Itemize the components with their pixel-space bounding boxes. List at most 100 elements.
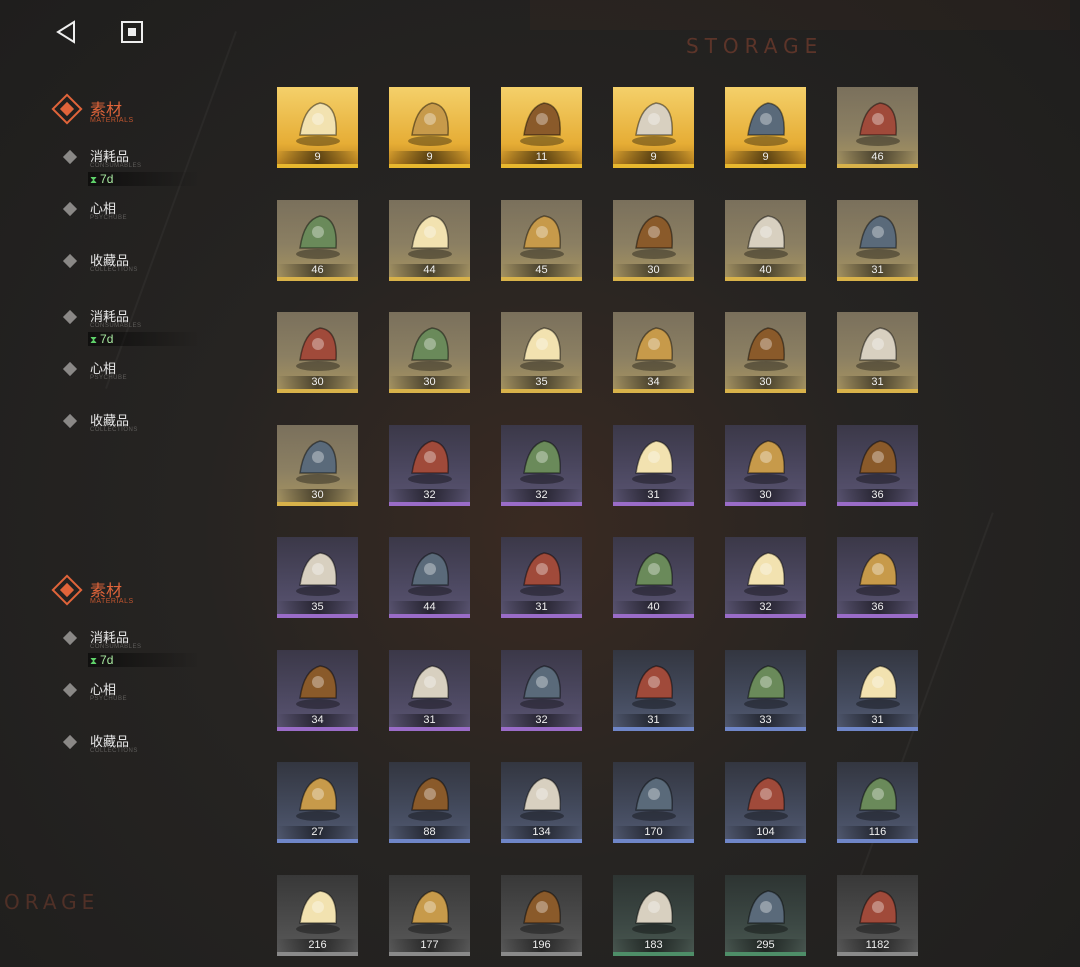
item-tile[interactable]: 36	[837, 424, 918, 506]
rarity-bar	[277, 501, 358, 506]
item-tile[interactable]: 170	[613, 762, 694, 843]
item-count: 46	[277, 263, 358, 277]
category-consumables[interactable]: 消耗品 CONSUMABLES ⧗ 7d	[52, 627, 222, 679]
item-tile[interactable]: 88	[389, 762, 470, 843]
item-tile[interactable]: 46	[277, 199, 358, 281]
item-count: 31	[389, 713, 470, 727]
rarity-bar	[613, 951, 694, 956]
category-psychube[interactable]: 心相 PSYCHUBE	[52, 358, 222, 410]
item-tile[interactable]: 104	[725, 762, 806, 843]
category-psychube[interactable]: 心相 PSYCHUBE	[52, 198, 222, 250]
back-button[interactable]	[52, 18, 80, 46]
item-tile[interactable]: 1182	[837, 874, 918, 956]
category-consumables[interactable]: 消耗品 CONSUMABLES ⧗ 7d	[52, 146, 222, 198]
item-tile[interactable]: 44	[389, 537, 470, 618]
item-count: 30	[277, 376, 358, 389]
item-tile[interactable]: 40	[725, 199, 806, 281]
item-tile[interactable]: 31	[613, 649, 694, 731]
item-count: 295	[725, 938, 806, 952]
item-tile[interactable]: 30	[389, 312, 470, 393]
item-count: 30	[277, 488, 358, 502]
item-tile[interactable]: 35	[501, 312, 582, 393]
item-tile[interactable]: 33	[725, 649, 806, 731]
item-tile[interactable]: 30	[277, 312, 358, 393]
item-tile[interactable]: 46	[837, 87, 918, 168]
item-tile[interactable]: 183	[613, 874, 694, 956]
item-count: 30	[389, 376, 470, 389]
item-tile[interactable]: 44	[389, 199, 470, 281]
item-tile[interactable]: 32	[501, 424, 582, 506]
item-count: 40	[725, 263, 806, 277]
item-tile[interactable]: 31	[837, 312, 918, 393]
item-tile[interactable]: 134	[501, 762, 582, 843]
item-count: 9	[613, 151, 694, 164]
category-materials[interactable]: 素材 MATERIALS	[51, 574, 222, 611]
item-tile[interactable]: 30	[725, 312, 806, 393]
rarity-bar	[613, 614, 694, 618]
witch-broom-icon	[735, 881, 796, 939]
item-tile[interactable]: 36	[837, 537, 918, 618]
open-book-blue-icon	[399, 206, 460, 264]
square-stop-icon	[121, 21, 143, 43]
rarity-bar	[725, 276, 806, 281]
scroll-green-icon	[735, 656, 796, 714]
item-tile[interactable]: 31	[501, 537, 582, 618]
category-collections[interactable]: 收藏品 COLLECTIONS	[52, 250, 222, 302]
item-tile[interactable]: 31	[613, 424, 694, 506]
ouija-board-icon	[735, 206, 796, 264]
category-collections[interactable]: 收藏品 COLLECTIONS	[52, 410, 222, 445]
expiry-timer: ⧗ 7d	[88, 653, 200, 667]
item-tile[interactable]: 30	[613, 199, 694, 281]
item-count: 34	[613, 376, 694, 389]
item-tile[interactable]: 40	[613, 537, 694, 618]
hourglass-icon: ⧗	[90, 335, 98, 346]
rarity-bar	[725, 951, 806, 956]
home-button[interactable]	[118, 18, 146, 46]
item-tile[interactable]: 31	[837, 649, 918, 731]
item-tile[interactable]: 11	[501, 87, 582, 168]
item-tile[interactable]: 216	[277, 874, 358, 956]
rarity-bar	[277, 951, 358, 956]
item-tile[interactable]: 9	[725, 87, 806, 168]
item-tile[interactable]: 30	[277, 424, 358, 506]
item-tile[interactable]: 27	[277, 762, 358, 843]
item-tile[interactable]: 32	[725, 537, 806, 618]
item-tile[interactable]: 35	[277, 537, 358, 618]
item-tile[interactable]: 31	[389, 649, 470, 731]
brass-instrument-icon	[511, 543, 572, 601]
item-tile[interactable]: 295	[725, 874, 806, 956]
rarity-bar	[725, 726, 806, 731]
scroll-red-icon	[623, 656, 684, 714]
carved-mask-icon	[511, 656, 572, 714]
item-count: 1182	[837, 938, 918, 952]
bronze-coin-icon	[399, 768, 460, 826]
item-tile[interactable]: 34	[613, 312, 694, 393]
scroll-bundle-red-icon	[623, 431, 684, 489]
brass-cog-icon	[623, 768, 684, 826]
item-tile[interactable]: 177	[389, 874, 470, 956]
category-consumables[interactable]: 消耗品 CONSUMABLES ⧗ 7d	[52, 310, 222, 358]
category-materials[interactable]: 素材 MATERIALS	[51, 93, 222, 130]
item-count: 31	[501, 601, 582, 614]
sidebar-group: 素材 MATERIALS 消耗品 CONSUMABLES ⧗ 7d 心相 PSYC…	[51, 93, 222, 302]
item-tile[interactable]: 116	[837, 762, 918, 843]
rarity-bar	[501, 276, 582, 281]
rarity-bar	[837, 389, 918, 393]
item-tile[interactable]: 9	[613, 87, 694, 168]
item-tile[interactable]: 34	[277, 649, 358, 731]
item-count: 35	[277, 601, 358, 614]
timer-value: 7d	[100, 653, 114, 667]
open-chest-icon	[847, 318, 908, 376]
item-tile[interactable]: 31	[837, 199, 918, 281]
expiry-timer: ⧗ 7d	[88, 332, 200, 346]
category-collections[interactable]: 收藏品 COLLECTIONS	[52, 731, 222, 783]
item-tile[interactable]: 30	[725, 424, 806, 506]
item-tile[interactable]: 45	[501, 199, 582, 281]
item-tile[interactable]: 9	[277, 87, 358, 168]
back-triangle-icon	[56, 20, 75, 44]
item-tile[interactable]: 32	[389, 424, 470, 506]
item-tile[interactable]: 196	[501, 874, 582, 956]
category-psychube[interactable]: 心相 PSYCHUBE	[52, 679, 222, 731]
item-tile[interactable]: 32	[501, 649, 582, 731]
item-tile[interactable]: 9	[389, 87, 470, 168]
